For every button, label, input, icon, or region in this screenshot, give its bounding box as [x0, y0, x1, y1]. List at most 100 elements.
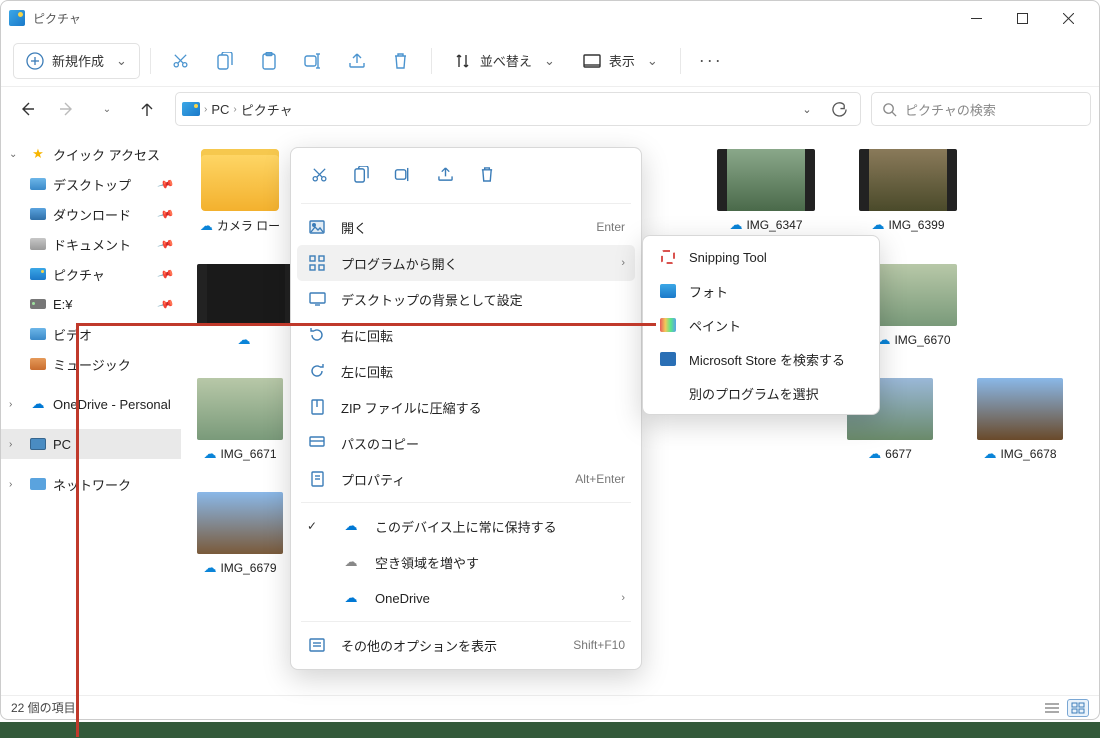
- cloud-icon: ☁: [200, 218, 213, 234]
- file-name: IMG_6670: [894, 333, 950, 347]
- search-box[interactable]: ピクチャの検索: [871, 92, 1091, 126]
- ctx-label: 空き領域を増やす: [375, 553, 479, 572]
- folder-item[interactable]: ☁カメラ ロー: [197, 149, 283, 234]
- chevron-down-icon: ⌄: [116, 53, 127, 69]
- ctx-label: 右に回転: [341, 326, 393, 345]
- ctx-more-options[interactable]: その他のオプションを表示Shift+F10: [297, 627, 635, 663]
- recent-dropdown[interactable]: ⌄: [89, 91, 125, 127]
- ctx-copy-path[interactable]: パスのコピー: [297, 425, 635, 461]
- cloud-icon: ☁: [238, 332, 251, 348]
- delete-button[interactable]: [469, 158, 505, 190]
- crumb-pc[interactable]: PC: [211, 102, 229, 117]
- cloud-icon: ☁: [871, 217, 884, 233]
- rename-button[interactable]: [385, 158, 421, 190]
- copy-button[interactable]: [343, 158, 379, 190]
- file-item[interactable]: ☁IMG_6670: [871, 264, 957, 348]
- new-button[interactable]: 新規作成 ⌄: [13, 43, 140, 79]
- chevron-down-icon: ⌄: [544, 53, 555, 69]
- forward-button[interactable]: [49, 91, 85, 127]
- apps-icon: [307, 253, 327, 273]
- share-button[interactable]: [427, 158, 463, 190]
- sub-choose-program[interactable]: 別のプログラムを選択: [647, 376, 875, 410]
- sidebar-pc[interactable]: ›PC: [1, 429, 181, 459]
- back-button[interactable]: [9, 91, 45, 127]
- cut-button[interactable]: [161, 43, 201, 79]
- view-button[interactable]: 表示 ⌄: [571, 43, 670, 79]
- crumb-dropdown[interactable]: ⌄: [792, 94, 822, 124]
- ctx-open[interactable]: 開くEnter: [297, 209, 635, 245]
- ctx-onedrive[interactable]: ☁OneDrive›: [297, 580, 635, 616]
- up-button[interactable]: [129, 91, 165, 127]
- pictures-icon: [182, 102, 200, 116]
- details-view-button[interactable]: [1041, 699, 1063, 717]
- video-thumb: [197, 264, 295, 326]
- ctx-set-background[interactable]: デスクトップの背景として設定: [297, 281, 635, 317]
- file-item[interactable]: ☁IMG_6678: [977, 378, 1063, 462]
- desktop-icon: [30, 178, 46, 190]
- image-thumb: [197, 378, 283, 440]
- network-icon: [30, 478, 46, 490]
- sort-label: 並べ替え: [480, 51, 532, 70]
- share-button[interactable]: [337, 43, 377, 79]
- context-menu: 開くEnter プログラムから開く› デスクトップの背景として設定 右に回転 左…: [290, 147, 642, 670]
- sidebar-item-drive-e[interactable]: E:¥📌: [1, 289, 181, 319]
- ctx-label: 左に回転: [341, 362, 393, 381]
- file-name: カメラ ロー: [217, 217, 280, 234]
- ctx-hint: Enter: [596, 220, 625, 234]
- ctx-properties[interactable]: プロパティAlt+Enter: [297, 461, 635, 497]
- ctx-compress-zip[interactable]: ZIP ファイルに圧縮する: [297, 389, 635, 425]
- sidebar-label: E:¥: [53, 297, 73, 312]
- file-item[interactable]: ☁IMG_6399: [859, 149, 957, 234]
- file-item[interactable]: ☁IMG_6671: [197, 378, 283, 462]
- sub-store-search[interactable]: Microsoft Store を検索する: [647, 342, 875, 376]
- crumb-pictures[interactable]: ピクチャ: [241, 100, 293, 119]
- sidebar-item-documents[interactable]: ドキュメント📌: [1, 229, 181, 259]
- file-item[interactable]: ☁: [197, 264, 295, 348]
- ctx-label: このデバイス上に常に保持する: [375, 517, 557, 536]
- sidebar-item-music[interactable]: ミュージック: [1, 349, 181, 379]
- new-label: 新規作成: [52, 51, 104, 70]
- sort-button[interactable]: 並べ替え ⌄: [442, 43, 567, 79]
- ctx-free-space[interactable]: ☁空き領域を増やす: [297, 544, 635, 580]
- sidebar-label: OneDrive - Personal: [53, 397, 171, 412]
- sidebar-item-pictures[interactable]: ピクチャ📌: [1, 259, 181, 289]
- file-item[interactable]: ☁IMG_6679: [197, 492, 283, 576]
- sidebar-item-desktop[interactable]: デスクトップ📌: [1, 169, 181, 199]
- sort-icon: [454, 52, 472, 70]
- ctx-keep-on-device[interactable]: ✓☁このデバイス上に常に保持する: [297, 508, 635, 544]
- sidebar-network[interactable]: ›ネットワーク: [1, 469, 181, 499]
- refresh-button[interactable]: [824, 94, 854, 124]
- onedrive-icon: ☁: [341, 588, 361, 608]
- minimize-button[interactable]: [953, 2, 999, 34]
- sub-paint[interactable]: ペイント: [647, 308, 875, 342]
- sidebar-quick-access[interactable]: ⌄ ★ クイック アクセス: [1, 139, 181, 169]
- close-button[interactable]: [1045, 2, 1091, 34]
- ctx-rotate-left[interactable]: 左に回転: [297, 353, 635, 389]
- thumbnails-view-button[interactable]: [1067, 699, 1089, 717]
- copy-button[interactable]: [205, 43, 245, 79]
- cut-button[interactable]: [301, 158, 337, 190]
- more-button[interactable]: ···: [691, 43, 731, 79]
- sub-label: 別のプログラムを選択: [689, 384, 819, 403]
- file-name: IMG_6678: [1000, 447, 1056, 461]
- item-count: 22 個の項目: [11, 699, 76, 716]
- drive-icon: [30, 299, 46, 309]
- ctx-open-with[interactable]: プログラムから開く›: [297, 245, 635, 281]
- breadcrumb-bar[interactable]: › PC › ピクチャ ⌄: [175, 92, 861, 126]
- delete-button[interactable]: [381, 43, 421, 79]
- sidebar-item-videos[interactable]: ビデオ: [1, 319, 181, 349]
- sub-photos[interactable]: フォト: [647, 274, 875, 308]
- sub-snipping-tool[interactable]: Snipping Tool: [647, 240, 875, 274]
- maximize-button[interactable]: [999, 2, 1045, 34]
- folder-icon: [201, 149, 279, 211]
- paste-button[interactable]: [249, 43, 289, 79]
- ctx-hint: Shift+F10: [573, 638, 625, 652]
- view-label: 表示: [609, 51, 635, 70]
- sidebar-onedrive[interactable]: ›☁OneDrive - Personal: [1, 389, 181, 419]
- sidebar-item-downloads[interactable]: ダウンロード📌: [1, 199, 181, 229]
- file-item[interactable]: ☁IMG_6347: [717, 149, 815, 234]
- ctx-rotate-right[interactable]: 右に回転: [297, 317, 635, 353]
- image-icon: [307, 217, 327, 237]
- rename-button[interactable]: [293, 43, 333, 79]
- ctx-label: プロパティ: [341, 470, 405, 489]
